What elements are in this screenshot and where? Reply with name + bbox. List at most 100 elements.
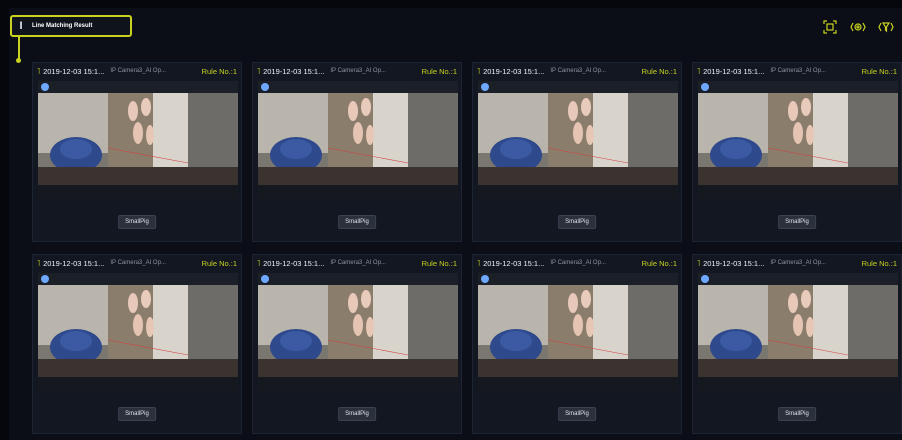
snapshot-footer	[258, 377, 458, 391]
result-timestamp: 2019-12-03 15:1...	[263, 66, 325, 76]
camera-osd-icon	[41, 83, 49, 91]
result-card[interactable]: ˥ 2019-12-03 15:1... IP Camera3_AI Op...…	[252, 62, 462, 242]
corner-marker-icon: ˥	[477, 66, 481, 76]
snapshot-scene	[258, 93, 458, 185]
target-label-button[interactable]: SmallPig	[558, 407, 596, 421]
result-camera: IP Camera3_AI Op...	[550, 68, 606, 74]
snapshot-footer	[38, 377, 238, 391]
result-rule: Rule No.:1	[421, 258, 457, 268]
target-label-button[interactable]: SmallPig	[338, 215, 376, 229]
target-label-button[interactable]: SmallPig	[558, 215, 596, 229]
corner-marker-icon: ˥	[257, 258, 261, 268]
result-timestamp: 2019-12-03 15:1...	[43, 66, 105, 76]
result-timestamp: 2019-12-03 15:1...	[703, 258, 765, 268]
ibeam-icon: I	[19, 20, 23, 32]
filter-icon[interactable]	[876, 18, 896, 36]
result-camera: IP Camera3_AI Op...	[770, 68, 826, 74]
camera-osd-icon	[261, 83, 269, 91]
snapshot-osd-bar	[258, 273, 458, 285]
snapshot-osd-bar	[698, 81, 898, 93]
snapshot-image[interactable]	[258, 81, 458, 199]
snapshot-osd-bar	[38, 81, 238, 93]
result-timestamp: 2019-12-03 15:1...	[483, 66, 545, 76]
title-accent-dot	[16, 58, 21, 63]
card-header: ˥ 2019-12-03 15:1... IP Camera3_AI Op...…	[693, 255, 901, 271]
result-card[interactable]: ˥ 2019-12-03 15:1... IP Camera3_AI Op...…	[32, 62, 242, 242]
result-card[interactable]: ˥ 2019-12-03 15:1... IP Camera3_AI Op...…	[472, 254, 682, 434]
card-header: ˥ 2019-12-03 15:1... IP Camera3_AI Op...…	[473, 63, 681, 79]
result-rule: Rule No.:1	[861, 258, 897, 268]
target-label-button[interactable]: SmallPig	[778, 215, 816, 229]
result-rule: Rule No.:1	[201, 66, 237, 76]
snapshot-scene	[698, 285, 898, 377]
corner-marker-icon: ˥	[257, 66, 261, 76]
result-camera: IP Camera3_AI Op...	[110, 68, 166, 74]
snapshot-osd-bar	[698, 273, 898, 285]
corner-marker-icon: ˥	[477, 258, 481, 268]
snapshot-scene	[38, 285, 238, 377]
card-header: ˥ 2019-12-03 15:1... IP Camera3_AI Op...…	[253, 255, 461, 271]
target-label-button[interactable]: SmallPig	[338, 407, 376, 421]
result-card[interactable]: ˥ 2019-12-03 15:1... IP Camera3_AI Op...…	[32, 254, 242, 434]
target-label-button[interactable]: SmallPig	[118, 215, 156, 229]
snapshot-footer	[698, 185, 898, 199]
snapshot-scene	[698, 93, 898, 185]
snapshot-footer	[258, 185, 458, 199]
card-header: ˥ 2019-12-03 15:1... IP Camera3_AI Op...…	[253, 63, 461, 79]
snapshot-scene	[478, 285, 678, 377]
fullscreen-icon[interactable]	[820, 18, 840, 36]
snapshot-image[interactable]	[38, 273, 238, 391]
snapshot-footer	[38, 185, 238, 199]
result-camera: IP Camera3_AI Op...	[110, 260, 166, 266]
result-timestamp: 2019-12-03 15:1...	[43, 258, 105, 268]
camera-osd-icon	[701, 275, 709, 283]
snapshot-image[interactable]	[258, 273, 458, 391]
snapshot-footer	[478, 377, 678, 391]
snapshot-image[interactable]	[478, 81, 678, 199]
result-card[interactable]: ˥ 2019-12-03 15:1... IP Camera3_AI Op...…	[692, 62, 902, 242]
snapshot-osd-bar	[478, 273, 678, 285]
card-header: ˥ 2019-12-03 15:1... IP Camera3_AI Op...…	[693, 63, 901, 79]
camera-osd-icon	[481, 83, 489, 91]
camera-osd-icon	[261, 275, 269, 283]
snapshot-image[interactable]	[698, 81, 898, 199]
result-card[interactable]: ˥ 2019-12-03 15:1... IP Camera3_AI Op...…	[692, 254, 902, 434]
panel-title-text: Line Matching Result	[32, 23, 93, 29]
result-timestamp: 2019-12-03 15:1...	[483, 258, 545, 268]
result-timestamp: 2019-12-03 15:1...	[703, 66, 765, 76]
camera-osd-icon	[481, 275, 489, 283]
result-camera: IP Camera3_AI Op...	[330, 260, 386, 266]
result-camera: IP Camera3_AI Op...	[770, 260, 826, 266]
result-rule: Rule No.:1	[421, 66, 457, 76]
corner-marker-icon: ˥	[37, 66, 41, 76]
card-header: ˥ 2019-12-03 15:1... IP Camera3_AI Op...…	[473, 255, 681, 271]
result-rule: Rule No.:1	[201, 258, 237, 268]
toolbar	[820, 18, 896, 36]
result-rule: Rule No.:1	[861, 66, 897, 76]
result-card[interactable]: ˥ 2019-12-03 15:1... IP Camera3_AI Op...…	[252, 254, 462, 434]
panel-title: I Line Matching Result	[10, 15, 132, 37]
snapshot-image[interactable]	[478, 273, 678, 391]
card-header: ˥ 2019-12-03 15:1... IP Camera3_AI Op...…	[33, 255, 241, 271]
snapshot-scene	[478, 93, 678, 185]
camera-osd-icon	[701, 83, 709, 91]
snapshot-osd-bar	[478, 81, 678, 93]
snapshot-osd-bar	[258, 81, 458, 93]
settings-icon[interactable]	[848, 18, 868, 36]
result-camera: IP Camera3_AI Op...	[550, 260, 606, 266]
snapshot-image[interactable]	[38, 81, 238, 199]
snapshot-image[interactable]	[698, 273, 898, 391]
snapshot-scene	[38, 93, 238, 185]
result-rule: Rule No.:1	[641, 258, 677, 268]
target-label-button[interactable]: SmallPig	[118, 407, 156, 421]
target-label-button[interactable]: SmallPig	[778, 407, 816, 421]
result-card[interactable]: ˥ 2019-12-03 15:1... IP Camera3_AI Op...…	[472, 62, 682, 242]
snapshot-footer	[698, 377, 898, 391]
corner-marker-icon: ˥	[697, 258, 701, 268]
result-camera: IP Camera3_AI Op...	[330, 68, 386, 74]
snapshot-scene	[258, 285, 458, 377]
snapshot-osd-bar	[38, 273, 238, 285]
result-rule: Rule No.:1	[641, 66, 677, 76]
title-accent-line	[18, 37, 20, 59]
result-timestamp: 2019-12-03 15:1...	[263, 258, 325, 268]
